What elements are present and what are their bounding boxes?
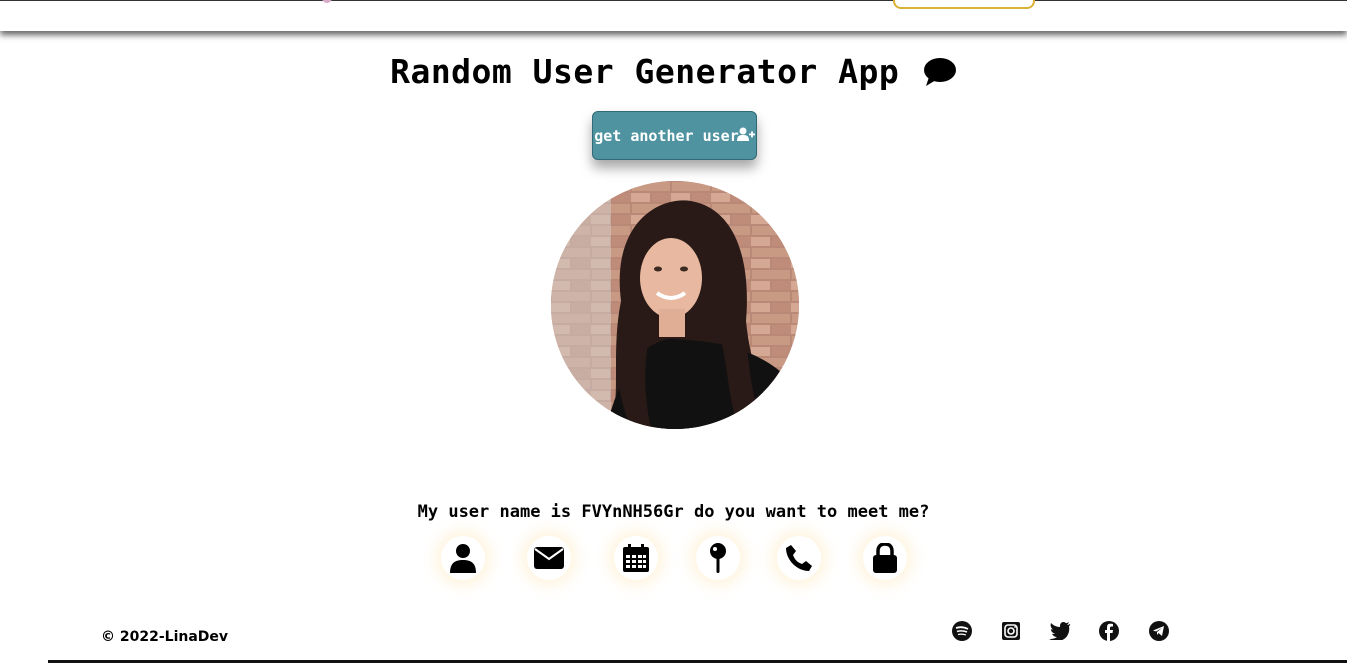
title-row: Random User Generator App	[0, 52, 1347, 91]
logo-partial[interactable]	[322, 0, 332, 3]
calendar-icon[interactable]	[614, 536, 658, 580]
envelope-icon[interactable]	[527, 536, 571, 580]
footer-copyright: © 2022-LinaDev	[101, 629, 229, 645]
instagram-icon[interactable]	[1000, 620, 1022, 642]
comment-icon	[923, 57, 957, 87]
user-icon[interactable]	[441, 536, 485, 580]
page-title: Random User Generator App	[390, 52, 900, 91]
spotify-icon[interactable]	[951, 620, 973, 642]
map-pin-icon[interactable]	[696, 536, 740, 580]
nav-button-partial[interactable]	[893, 0, 1035, 9]
twitter-icon[interactable]	[1049, 620, 1071, 642]
facebook-icon[interactable]	[1098, 620, 1120, 642]
user-plus-icon	[736, 127, 755, 145]
lock-icon[interactable]	[863, 536, 907, 580]
user-info-icons	[0, 536, 1347, 580]
get-another-user-button[interactable]: get another user	[592, 111, 757, 160]
top-navbar	[0, 0, 1347, 31]
phone-icon[interactable]	[777, 536, 821, 580]
get-another-user-label: get another user	[594, 126, 739, 145]
user-intro-text: My user name is FVYnNH56Gr do you want t…	[417, 502, 930, 522]
user-photo	[551, 181, 799, 429]
telegram-icon[interactable]	[1148, 620, 1170, 642]
